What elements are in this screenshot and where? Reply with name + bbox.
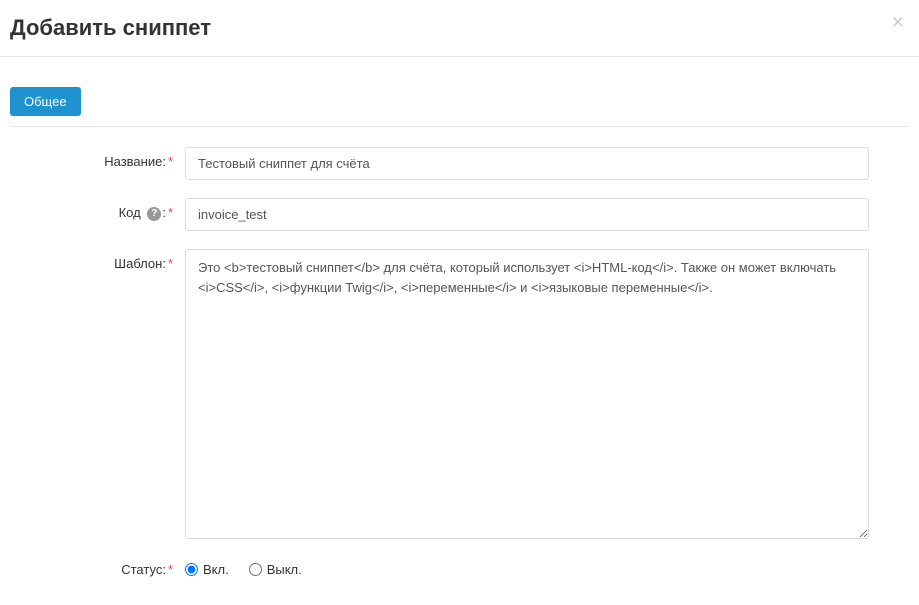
tab-general[interactable]: Общее (10, 87, 81, 116)
control-status: Вкл. Выкл. (185, 560, 909, 577)
required-marker: * (168, 154, 173, 169)
status-off-radio[interactable] (249, 563, 262, 576)
control-template: Это <b>тестовый сниппет</b> для счёта, к… (185, 249, 909, 542)
close-button[interactable]: × (892, 12, 904, 33)
label-name: Название:* (10, 147, 185, 169)
modal: Добавить сниппет × Общее Название:* Код … (0, 0, 919, 605)
modal-body: Общее Название:* Код ?:* Шаблон:* (0, 77, 919, 605)
name-input[interactable] (185, 147, 869, 180)
status-on-radio[interactable] (185, 563, 198, 576)
form-row-name: Название:* (10, 147, 909, 180)
label-status: Статус:* (10, 560, 185, 577)
required-marker: * (168, 562, 173, 577)
status-off-label[interactable]: Выкл. (267, 562, 302, 577)
code-input[interactable] (185, 198, 869, 231)
control-code (185, 198, 909, 231)
template-textarea[interactable]: Это <b>тестовый сниппет</b> для счёта, к… (185, 249, 869, 539)
form-row-template: Шаблон:* Это <b>тестовый сниппет</b> для… (10, 249, 909, 542)
form-row-status: Статус:* Вкл. Выкл. (10, 560, 909, 577)
modal-header: Добавить сниппет × (0, 0, 919, 56)
status-on-label[interactable]: Вкл. (203, 562, 229, 577)
control-name (185, 147, 909, 180)
modal-title: Добавить сниппет (10, 15, 909, 41)
required-marker: * (168, 256, 173, 271)
label-code: Код ?:* (10, 198, 185, 221)
required-marker: * (168, 205, 173, 220)
status-radio-group: Вкл. Выкл. (185, 560, 869, 577)
tab-divider (10, 126, 909, 127)
divider (0, 56, 919, 57)
form-row-code: Код ?:* (10, 198, 909, 231)
status-off-item: Выкл. (249, 562, 302, 577)
help-icon[interactable]: ? (147, 207, 161, 221)
tabs: Общее (10, 87, 909, 116)
status-on-item: Вкл. (185, 562, 229, 577)
label-template: Шаблон:* (10, 249, 185, 271)
